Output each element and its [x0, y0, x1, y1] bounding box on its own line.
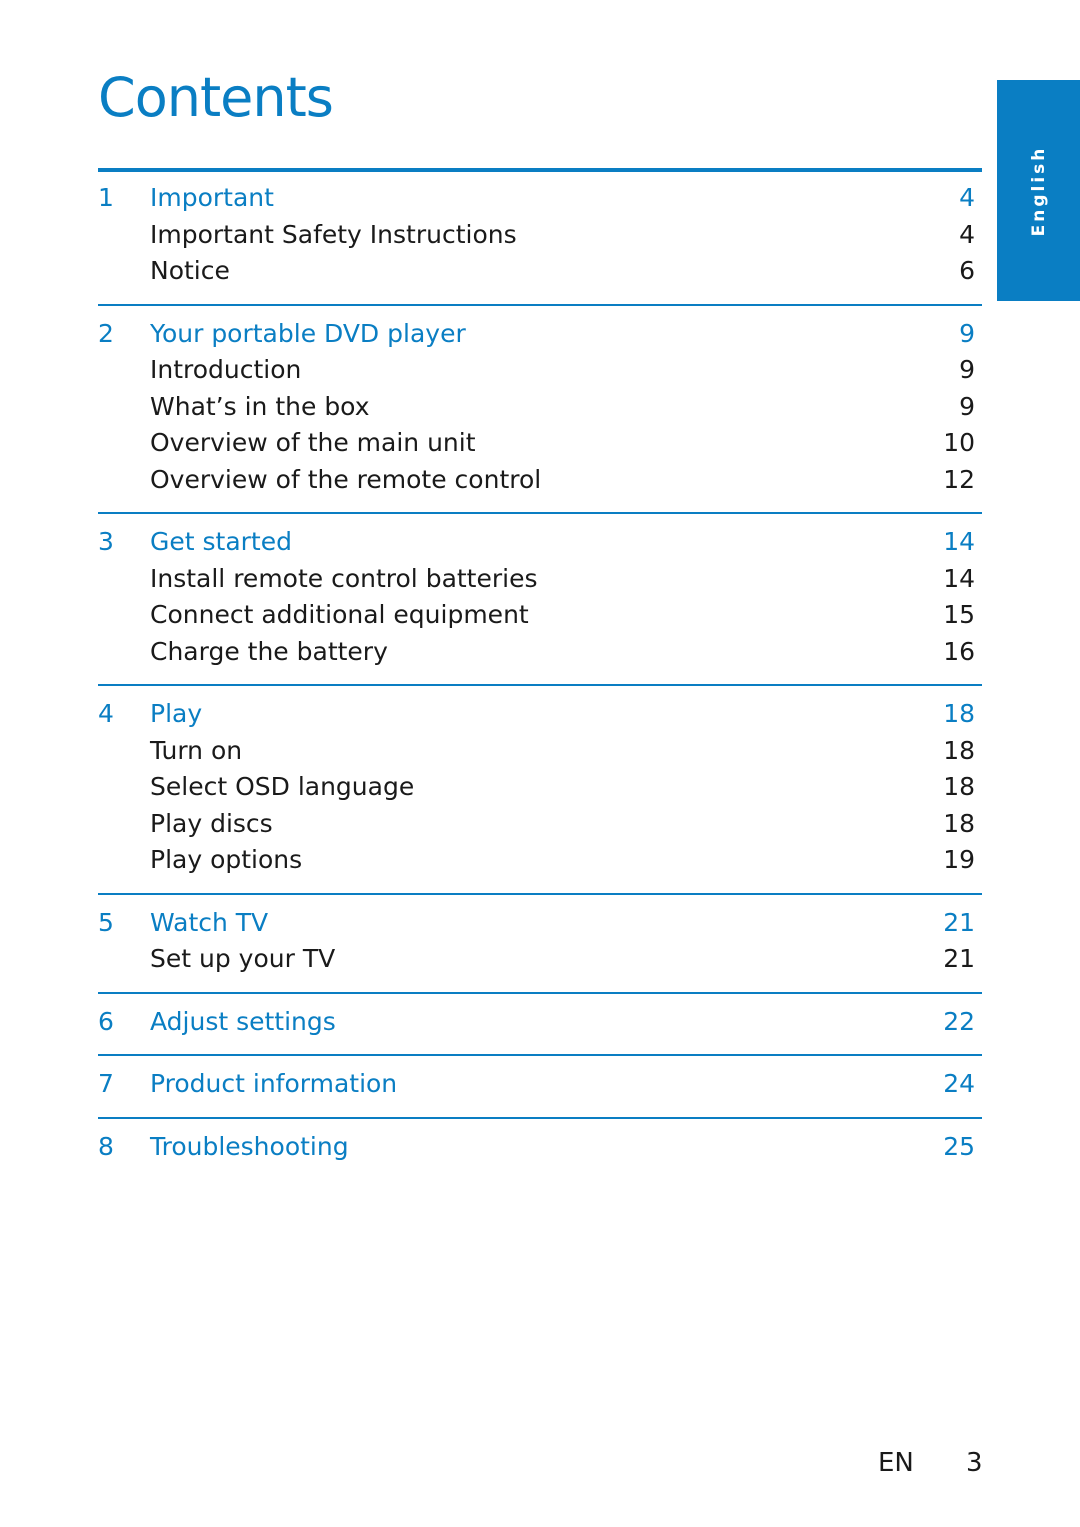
footer-page-number: 3 [966, 1448, 983, 1478]
entry-title: What’s in the box [150, 391, 370, 421]
entry-page: 14 [943, 563, 975, 593]
toc-section: 4 Play 18 Turn on 18 Select OSD language… [98, 684, 982, 893]
entry-title: Turn on [150, 735, 243, 765]
toc-chapter-link[interactable]: 8 Troubleshooting 25 [98, 1129, 982, 1166]
entry-page: 12 [943, 464, 975, 494]
chapter-page: 4 [959, 183, 975, 212]
toc-section: 1 Important 4 Important Safety Instructi… [98, 168, 982, 304]
footer-language-code: EN [878, 1448, 914, 1478]
toc-chapter-link[interactable]: 4 Play 18 [98, 696, 982, 733]
entry-title: Play options [150, 845, 303, 874]
toc-entry-link[interactable]: Select OSD language 18 [98, 769, 982, 806]
toc-entry-link[interactable]: Charge the battery 16 [98, 634, 982, 671]
entry-page: 19 [943, 845, 975, 874]
toc-entry-link[interactable]: Play options 19 [98, 842, 982, 879]
entry-page: 4 [959, 219, 975, 249]
chapter-page: 21 [943, 907, 975, 937]
entry-page: 18 [943, 772, 975, 801]
toc-section: 2 Your portable DVD player 9 Introductio… [98, 303, 982, 513]
toc-chapter-link[interactable]: 3 Get started 14 [98, 524, 982, 561]
entry-page: 18 [943, 735, 975, 765]
toc-entry-link[interactable]: Connect additional equipment 15 [98, 597, 982, 634]
chapter-title: Important [150, 183, 274, 212]
language-tab-label: English [1028, 145, 1049, 236]
toc-entry-link[interactable]: Overview of the main unit 10 [98, 425, 982, 462]
toc-entry-link[interactable]: Introduction 9 [98, 352, 982, 389]
entry-title: Introduction [150, 355, 302, 384]
toc-entry-link[interactable]: Overview of the remote control 12 [98, 462, 982, 499]
language-tab: English [997, 80, 1080, 301]
toc-section: 3 Get started 14 Install remote control … [98, 512, 982, 684]
chapter-title: Watch TV [150, 907, 269, 937]
entry-page: 16 [943, 636, 975, 666]
chapter-page: 25 [943, 1131, 975, 1161]
entry-page: 9 [959, 391, 975, 421]
entry-title: Notice [150, 256, 230, 285]
chapter-number: 1 [98, 183, 114, 212]
toc-entry-link[interactable]: Set up your TV 21 [98, 941, 982, 978]
toc-chapter-link[interactable]: 7 Product information 24 [98, 1066, 982, 1103]
toc-entry-link[interactable]: Turn on 18 [98, 733, 982, 770]
entry-title: Set up your TV [150, 944, 336, 973]
toc-entry-link[interactable]: Play discs 18 [98, 806, 982, 843]
entry-page: 9 [959, 355, 975, 384]
chapter-title: Adjust settings [150, 1006, 336, 1036]
entry-title: Important Safety Instructions [150, 219, 517, 249]
entry-title: Play discs [150, 808, 273, 838]
toc-chapter-link[interactable]: 1 Important 4 [98, 180, 982, 217]
entry-title: Overview of the main unit [150, 428, 476, 457]
chapter-page: 18 [943, 699, 975, 728]
chapter-title: Get started [150, 527, 292, 556]
toc-entry-link[interactable]: Notice 6 [98, 253, 982, 290]
chapter-number: 8 [98, 1131, 114, 1161]
entry-page: 6 [959, 256, 975, 285]
toc-entry-link[interactable]: Important Safety Instructions 4 [98, 217, 982, 254]
chapter-number: 4 [98, 699, 114, 728]
entry-page: 15 [943, 600, 975, 629]
toc-chapter-link[interactable]: 5 Watch TV 21 [98, 905, 982, 942]
entry-title: Overview of the remote control [150, 464, 542, 494]
toc-section: 6 Adjust settings 22 [98, 991, 982, 1055]
table-of-contents: 1 Important 4 Important Safety Instructi… [98, 168, 982, 1179]
page-title: Contents [98, 66, 334, 129]
chapter-number: 2 [98, 318, 114, 348]
entry-page: 21 [943, 944, 975, 973]
entry-title: Select OSD language [150, 772, 415, 801]
chapter-number: 5 [98, 907, 114, 937]
entry-title: Connect additional equipment [150, 600, 529, 629]
chapter-page: 24 [943, 1069, 975, 1098]
chapter-page: 14 [943, 527, 975, 556]
toc-section: 5 Watch TV 21 Set up your TV 21 [98, 892, 982, 992]
chapter-title: Your portable DVD player [150, 318, 466, 348]
chapter-number: 7 [98, 1069, 114, 1098]
chapter-page: 9 [959, 318, 975, 348]
entry-title: Charge the battery [150, 636, 388, 666]
entry-page: 10 [943, 428, 975, 457]
toc-chapter-link[interactable]: 2 Your portable DVD player 9 [98, 316, 982, 353]
toc-section: 8 Troubleshooting 25 [98, 1116, 982, 1180]
entry-title: Install remote control batteries [150, 563, 538, 593]
chapter-number: 3 [98, 527, 114, 556]
chapter-number: 6 [98, 1006, 114, 1036]
toc-chapter-link[interactable]: 6 Adjust settings 22 [98, 1004, 982, 1041]
chapter-title: Troubleshooting [150, 1131, 349, 1161]
toc-entry-link[interactable]: What’s in the box 9 [98, 389, 982, 426]
toc-entry-link[interactable]: Install remote control batteries 14 [98, 561, 982, 598]
chapter-page: 22 [943, 1006, 975, 1036]
toc-section: 7 Product information 24 [98, 1054, 982, 1117]
chapter-title: Product information [150, 1069, 398, 1098]
chapter-title: Play [150, 699, 203, 728]
entry-page: 18 [943, 808, 975, 838]
